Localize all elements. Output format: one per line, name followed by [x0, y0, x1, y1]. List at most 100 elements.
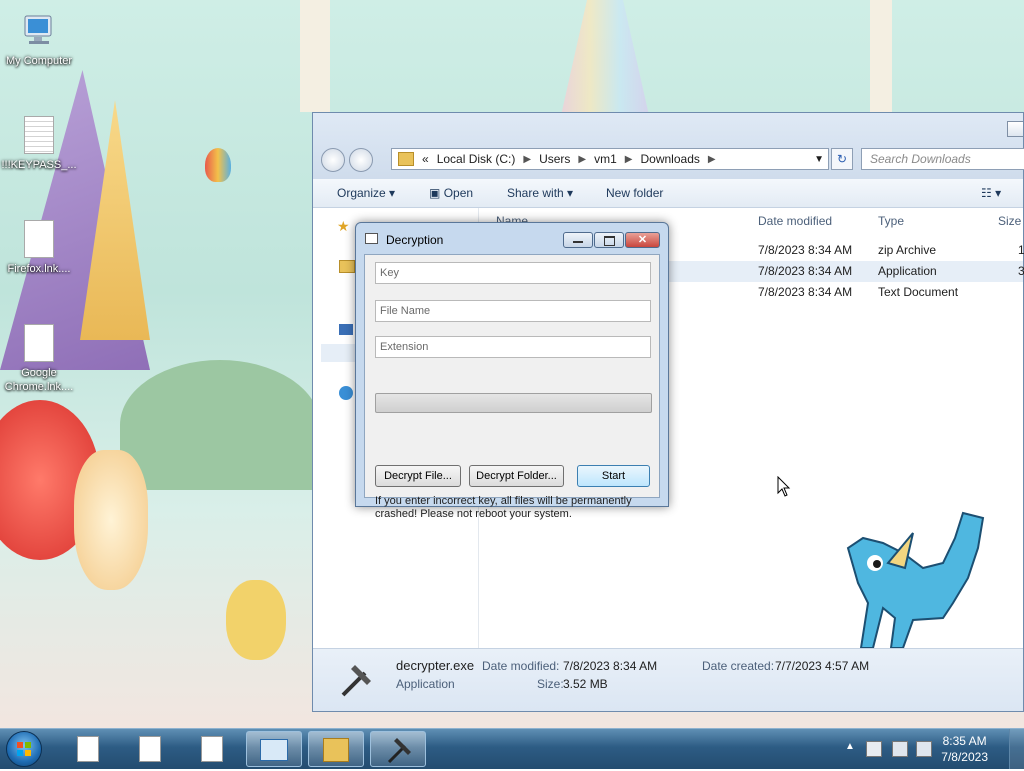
share-with-label: Share with — [507, 186, 564, 200]
open-button[interactable]: ▣ Open — [429, 186, 473, 200]
restore-button[interactable] — [594, 232, 624, 248]
start-button[interactable]: Start — [577, 465, 650, 487]
hammer-icon — [387, 738, 411, 764]
network-tray-icon[interactable] — [892, 741, 908, 757]
volume-muted-icon[interactable] — [916, 741, 932, 757]
show-hidden-icons-icon[interactable]: ▲ — [845, 741, 855, 752]
address-bar[interactable]: « Local Disk (C:) ▶ Users ▶ vm1 ▶ Downloads… — [391, 148, 829, 170]
libraries-icon[interactable] — [339, 260, 355, 273]
control-panel-icon — [260, 739, 288, 761]
app-window-icon — [365, 233, 378, 244]
decrypt-folder-button[interactable]: Decrypt Folder... — [469, 465, 564, 487]
file-icon — [201, 736, 223, 762]
text-file-icon — [22, 116, 56, 156]
forward-button[interactable] — [349, 148, 373, 172]
taskbar-file-2[interactable] — [122, 731, 178, 767]
close-button[interactable]: ✕ — [625, 232, 660, 248]
decrypt-file-button[interactable]: Decrypt File... — [375, 465, 461, 487]
birch-tree-right — [870, 0, 892, 112]
chevron-right-icon[interactable]: ▶ — [523, 154, 531, 165]
bird-decoration — [226, 580, 286, 660]
breadcrumb-local-disk[interactable]: Local Disk (C:) — [437, 152, 516, 166]
file-name-input[interactable]: File Name — [375, 300, 651, 322]
column-header-date-modified[interactable]: Date modified — [758, 208, 832, 234]
folder-icon — [398, 152, 414, 166]
file-type: Text Document — [878, 285, 959, 299]
file-icon — [22, 324, 56, 364]
key-input[interactable]: Key — [375, 262, 651, 284]
view-options-icon[interactable]: ☷ ▾ — [981, 186, 1001, 200]
chevron-right-icon[interactable]: ▶ — [708, 154, 716, 165]
file-icon — [139, 736, 161, 762]
decryption-dialog[interactable]: Decryption ✕ Key File Name Extension Dec… — [355, 222, 669, 520]
clock-date: 7/8/2023 — [941, 750, 988, 764]
green-hill — [120, 360, 320, 490]
file-date: 7/8/2023 8:34 AM — [758, 264, 853, 278]
taskbar-file-3[interactable] — [184, 731, 240, 767]
action-center-flag-icon[interactable] — [866, 741, 882, 757]
taskbar: ▲ 8:35 AM 7/8/2023 — [0, 728, 1024, 769]
minimize-icon — [573, 241, 583, 243]
details-date-modified-label: Date modified: — [482, 659, 560, 673]
favorites-star-icon[interactable]: ★ — [337, 218, 350, 235]
file-icon — [22, 220, 56, 260]
start-button[interactable] — [6, 731, 42, 767]
address-dropdown-icon[interactable]: ▼ — [814, 154, 824, 165]
taskbar-explorer[interactable] — [308, 731, 364, 767]
breadcrumb-vm1[interactable]: vm1 — [594, 152, 617, 166]
desktop-icon-my-computer[interactable]: My Computer — [1, 12, 77, 68]
organize-label: Organize — [337, 186, 386, 200]
breadcrumb-users[interactable]: Users — [539, 152, 570, 166]
file-icon — [77, 736, 99, 762]
desktop-icon-label: !!!KEYPASS_... — [1, 159, 77, 171]
new-folder-button[interactable]: New folder — [606, 186, 663, 200]
yellow-doll — [74, 450, 148, 590]
maximize-button[interactable] — [1007, 121, 1023, 137]
computer-nav-icon[interactable] — [339, 324, 353, 335]
computer-icon — [22, 12, 56, 52]
extension-input[interactable]: Extension — [375, 336, 651, 358]
taskbar-file-1[interactable] — [60, 731, 116, 767]
hammer-icon — [341, 665, 371, 697]
chevron-right-icon[interactable]: ▶ — [625, 154, 633, 165]
dialog-title: Decryption — [386, 233, 444, 247]
details-date-modified: 7/8/2023 8:34 AM — [563, 659, 658, 673]
mouse-cursor-icon — [777, 476, 791, 497]
clock-time: 8:35 AM — [942, 734, 987, 748]
share-with-menu[interactable]: Share with ▾ — [507, 186, 573, 200]
desktop-icon-keypass[interactable]: !!!KEYPASS_... — [1, 116, 77, 172]
warning-text: If you enter incorrect key, all files wi… — [375, 495, 632, 520]
desktop-icon-firefox[interactable]: Firefox.lnk.... — [1, 220, 77, 276]
column-header-type[interactable]: Type — [878, 208, 904, 234]
file-date: 7/8/2023 8:34 AM — [758, 285, 853, 299]
taskbar-decrypter[interactable] — [370, 731, 426, 767]
birch-tree — [300, 0, 330, 112]
search-input[interactable]: Search Downloads — [861, 148, 1024, 170]
show-desktop-button[interactable] — [1009, 729, 1024, 769]
taskbar-control-panel[interactable] — [246, 731, 302, 767]
minimize-button[interactable] — [563, 232, 593, 248]
desktop-icon-label: Firefox.lnk.... — [7, 263, 71, 275]
decryption-progress-bar — [375, 393, 652, 413]
back-button[interactable] — [321, 148, 345, 172]
folder-icon — [323, 738, 349, 762]
details-date-created-label: Date created: — [702, 659, 775, 673]
breadcrumb-downloads[interactable]: Downloads — [641, 152, 700, 166]
restore-icon — [603, 236, 615, 246]
breadcrumb-overflow[interactable]: « — [422, 152, 429, 166]
organize-menu[interactable]: Organize ▾ — [337, 186, 395, 200]
creature-sticker — [846, 511, 985, 649]
taskbar-clock[interactable]: 8:35 AM 7/8/2023 — [941, 733, 988, 765]
file-type: zip Archive — [878, 243, 937, 257]
details-file-kind: Application — [396, 677, 455, 691]
windows-logo-icon — [17, 742, 31, 756]
network-icon[interactable] — [339, 386, 353, 400]
desktop-icon-label: Google Chrome.lnk.... — [4, 367, 74, 393]
details-size-label: Size: — [537, 677, 564, 691]
chevron-right-icon[interactable]: ▶ — [578, 154, 586, 165]
hot-air-balloon — [205, 148, 231, 182]
column-header-size[interactable]: Size — [998, 208, 1021, 234]
refresh-icon[interactable]: ↻ — [831, 148, 853, 170]
desktop-icon-chrome[interactable]: Google Chrome.lnk.... — [1, 324, 77, 394]
open-label: Open — [443, 186, 474, 200]
